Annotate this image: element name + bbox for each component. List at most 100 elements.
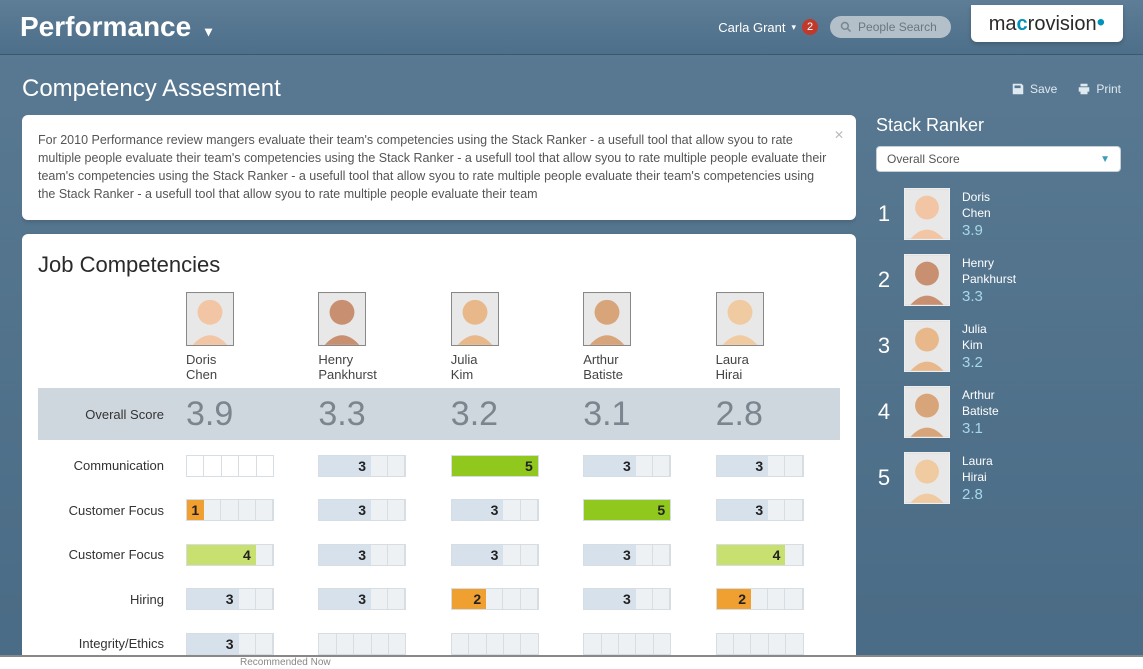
competency-row-label: Customer Focus	[38, 536, 178, 574]
rating-cell: 3	[443, 536, 575, 574]
rating-cell: 3	[310, 580, 442, 618]
rank-first: Arthur	[962, 388, 999, 402]
avatar	[451, 292, 499, 346]
rating-cell: 5	[443, 447, 575, 485]
bottom-cutoff: Recommended Now	[0, 655, 1143, 669]
rank-number: 1	[876, 201, 892, 227]
rating-bar[interactable]: 3	[186, 588, 274, 610]
rating-bar[interactable]: 3	[451, 544, 539, 566]
save-button[interactable]: Save	[1011, 82, 1057, 96]
rating-cell: 3	[310, 491, 442, 529]
rating-cell: 3	[708, 447, 840, 485]
rating-bar[interactable]	[716, 633, 804, 655]
info-banner: For 2010 Performance review mangers eval…	[22, 115, 856, 220]
rating-bar[interactable]: 3	[318, 455, 406, 477]
avatar	[904, 386, 950, 438]
rating-bar[interactable]: 4	[716, 544, 804, 566]
rating-bar[interactable]: 5	[583, 499, 671, 521]
rating-cell: 3	[708, 491, 840, 529]
rank-number: 4	[876, 399, 892, 425]
rating-cell: 3	[575, 447, 707, 485]
chevron-down-icon: ▼	[1100, 154, 1110, 165]
rating-bar[interactable]: 2	[451, 588, 539, 610]
rating-cell: 2	[443, 580, 575, 618]
rating-bar[interactable]	[583, 633, 671, 655]
user-name: Carla Grant	[718, 20, 785, 35]
person-last: Kim	[451, 367, 567, 382]
save-icon	[1011, 82, 1025, 96]
person-first: Arthur	[583, 352, 699, 367]
rating-bar[interactable]: 3	[318, 499, 406, 521]
rating-bar[interactable]: 3	[583, 588, 671, 610]
person-last: Batiste	[583, 367, 699, 382]
person-header: Henry Pankhurst	[310, 292, 442, 389]
avatar	[716, 292, 764, 346]
competency-card: Job Competencies Doris Chen Henry Pankhu…	[22, 234, 856, 669]
rating-bar[interactable]: 1	[186, 499, 274, 521]
person-first: Julia	[451, 352, 567, 367]
notification-badge[interactable]: 2	[802, 19, 818, 35]
rating-cell: 3	[575, 536, 707, 574]
rating-cell	[178, 447, 310, 485]
print-button[interactable]: Print	[1077, 82, 1121, 96]
rating-bar[interactable]: 3	[583, 544, 671, 566]
rating-bar[interactable]	[318, 633, 406, 655]
competency-row-label: Hiring	[38, 580, 178, 618]
rank-last: Pankhurst	[962, 272, 1016, 286]
rating-bar[interactable]: 3	[716, 455, 804, 477]
rank-first: Julia	[962, 322, 987, 336]
rating-bar[interactable]	[186, 455, 274, 477]
person-first: Doris	[186, 352, 302, 367]
person-first: Henry	[318, 352, 434, 367]
rank-number: 2	[876, 267, 892, 293]
search-placeholder: People Search	[858, 20, 937, 34]
rank-score: 2.8	[962, 486, 993, 503]
stack-ranker-panel: Stack Ranker Overall Score ▼ 1 Doris Che…	[876, 115, 1121, 669]
rating-bar[interactable]: 3	[583, 455, 671, 477]
avatar	[904, 188, 950, 240]
rating-cell: 3	[310, 536, 442, 574]
rank-item[interactable]: 1 Doris Chen 3.9	[876, 188, 1121, 240]
rank-item[interactable]: 3 Julia Kim 3.2	[876, 320, 1121, 372]
rating-bar[interactable]: 3	[318, 588, 406, 610]
search-input[interactable]: People Search	[830, 16, 951, 38]
rating-cell: 1	[178, 491, 310, 529]
chevron-down-icon: ▾	[205, 23, 212, 39]
page-title: Competency Assesment	[22, 75, 281, 103]
rating-bar[interactable]: 3	[716, 499, 804, 521]
rank-score: 3.2	[962, 354, 987, 371]
avatar	[904, 452, 950, 504]
rating-bar[interactable]: 3	[186, 633, 274, 655]
person-last: Hirai	[716, 367, 832, 382]
rating-bar[interactable]: 5	[451, 455, 539, 477]
rating-bar[interactable]: 4	[186, 544, 274, 566]
rating-cell: 4	[708, 536, 840, 574]
close-icon[interactable]: ✕	[834, 127, 844, 144]
rating-bar[interactable]: 3	[451, 499, 539, 521]
rank-item[interactable]: 5 Laura Hirai 2.8	[876, 452, 1121, 504]
user-menu[interactable]: Carla Grant ▾ 2	[718, 19, 818, 35]
rank-item[interactable]: 2 Henry Pankhurst 3.3	[876, 254, 1121, 306]
person-header: Arthur Batiste	[575, 292, 707, 389]
avatar	[318, 292, 366, 346]
rating-cell: 3	[443, 491, 575, 529]
person-header: Doris Chen	[178, 292, 310, 389]
competency-row-label: Customer Focus	[38, 491, 178, 529]
top-bar: Performance ▾ Carla Grant ▾ 2 People Sea…	[0, 0, 1143, 55]
rating-bar[interactable]: 3	[318, 544, 406, 566]
rank-last: Kim	[962, 338, 987, 352]
rank-score: 3.9	[962, 222, 991, 239]
rating-cell: 5	[575, 491, 707, 529]
avatar	[583, 292, 631, 346]
rank-last: Batiste	[962, 404, 999, 418]
avatar	[904, 254, 950, 306]
overall-score-value: 3.9	[178, 388, 310, 440]
rank-item[interactable]: 4 Arthur Batiste 3.1	[876, 386, 1121, 438]
ranker-sort-select[interactable]: Overall Score ▼	[876, 146, 1121, 172]
rank-number: 3	[876, 333, 892, 359]
app-title-text: Performance	[20, 11, 191, 42]
app-switcher[interactable]: Performance ▾	[20, 11, 212, 43]
rating-bar[interactable]: 2	[716, 588, 804, 610]
rating-bar[interactable]	[451, 633, 539, 655]
rank-score: 3.1	[962, 420, 999, 437]
